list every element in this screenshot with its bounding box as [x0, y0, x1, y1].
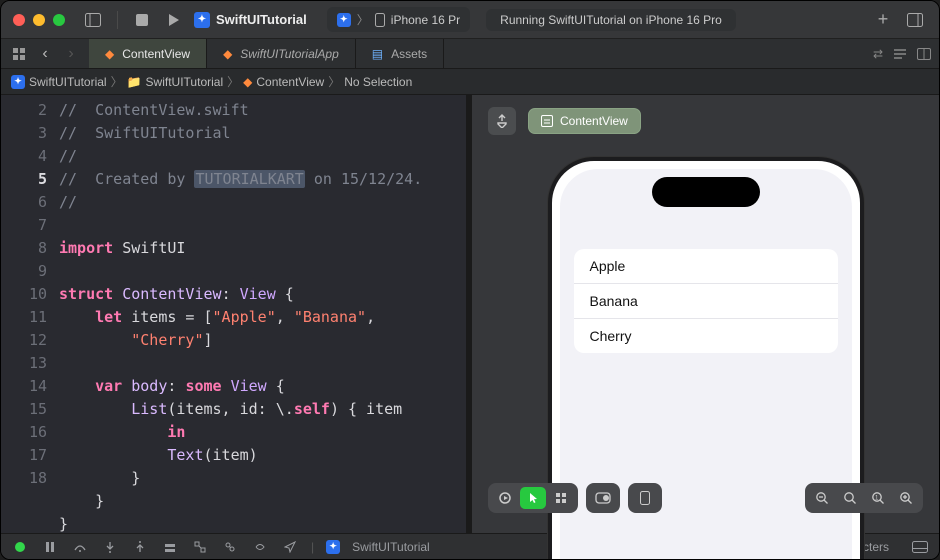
adjust-editor-icon[interactable] [893, 48, 907, 60]
line-gutter: 23456789101112131415161718 [1, 95, 59, 533]
preview-device-button[interactable] [628, 483, 662, 513]
preview-mode-group [488, 483, 578, 513]
tab-nav: ‹ › [1, 39, 89, 68]
refresh-tabs-icon[interactable]: ⇄ [873, 47, 883, 61]
toggle-inspector-icon[interactable] [903, 8, 927, 32]
pause-icon[interactable] [41, 542, 59, 552]
view-debug-icon[interactable] [221, 541, 239, 553]
forward-button[interactable]: › [59, 42, 83, 66]
window-controls [13, 14, 65, 26]
zoom-fit-button[interactable] [837, 487, 863, 509]
toggle-navigator-icon[interactable] [81, 8, 105, 32]
scheme-app-icon: ✦ [337, 13, 351, 27]
activity-status: Running SwiftUITutorial on iPhone 16 Pro [486, 9, 736, 31]
tab-label: ContentView [122, 47, 190, 61]
toggle-debug-area-icon[interactable] [911, 541, 929, 553]
assets-icon: ▤ [372, 47, 383, 61]
location-icon[interactable] [281, 541, 299, 553]
preview-canvas: ContentView AppleBananaCherry [466, 95, 939, 533]
folder-icon: 📁 [127, 75, 142, 89]
status-indicator-icon [11, 542, 29, 552]
breadcrumb-item[interactable]: No Selection [344, 75, 412, 89]
breadcrumb[interactable]: ✦ SwiftUITutorial 〉 📁 SwiftUITutorial 〉 … [1, 69, 939, 95]
breadcrumb-item[interactable]: ContentView [256, 75, 324, 89]
add-editor-icon[interactable] [917, 48, 931, 60]
device-icon [375, 13, 385, 27]
tab-contentview[interactable]: ◆ ContentView [89, 39, 207, 68]
back-button[interactable]: ‹ [33, 42, 57, 66]
breadcrumb-item[interactable]: SwiftUITutorial [146, 75, 224, 89]
breadcrumb-project-icon: ✦ [11, 75, 25, 89]
tab-label: Assets [391, 47, 427, 61]
zoom-controls: 1 [805, 483, 923, 513]
related-items-icon[interactable] [7, 42, 31, 66]
preview-list: AppleBananaCherry [574, 249, 838, 353]
breadcrumb-item[interactable]: SwiftUITutorial [29, 75, 107, 89]
code-content[interactable]: // ContentView.swift// SwiftUITutorial//… [59, 95, 466, 533]
tab-swiftuitutorialapp[interactable]: ◆ SwiftUITutorialApp [207, 39, 356, 68]
status-separator: | [311, 540, 314, 554]
swift-file-icon: ◆ [105, 47, 114, 61]
zoom-out-button[interactable] [809, 487, 835, 509]
zoom-in-button[interactable] [893, 487, 919, 509]
status-project-name: SwiftUITutorial [352, 540, 430, 554]
add-tab-icon[interactable]: + [871, 8, 895, 32]
minimize-window-button[interactable] [33, 14, 45, 26]
zoom-actual-button[interactable]: 1 [865, 487, 891, 509]
device-label: iPhone 16 Pr [391, 13, 460, 27]
tab-assets[interactable]: ▤ Assets [356, 39, 444, 68]
code-editor[interactable]: 23456789101112131415161718 // ContentVie… [1, 95, 466, 533]
app-icon: ✦ [194, 12, 210, 28]
step-over-icon[interactable] [71, 541, 89, 553]
status-project-icon: ✦ [326, 540, 340, 554]
preview-selector-pill[interactable]: ContentView [528, 108, 641, 134]
step-out-icon[interactable] [131, 541, 149, 553]
tab-label: SwiftUITutorialApp [240, 47, 338, 61]
variants-preview-button[interactable] [548, 487, 574, 509]
zoom-window-button[interactable] [53, 14, 65, 26]
live-preview-button[interactable] [492, 487, 518, 509]
dynamic-island [652, 177, 760, 207]
close-window-button[interactable] [13, 14, 25, 26]
device-settings-button[interactable] [586, 483, 620, 513]
status-text: Running SwiftUITutorial on iPhone 16 Pro [500, 13, 722, 27]
list-item[interactable]: Banana [574, 284, 838, 319]
project-name: SwiftUITutorial [216, 12, 307, 27]
memory-graph-icon[interactable] [191, 541, 209, 553]
run-button[interactable] [162, 8, 186, 32]
tab-bar: ‹ › ◆ ContentView ◆ SwiftUITutorialApp ▤ Asse… [1, 39, 939, 69]
step-into-icon[interactable] [101, 541, 119, 553]
swift-file-icon: ◆ [223, 47, 232, 61]
swift-file-icon: ◆ [243, 75, 252, 89]
stop-button[interactable] [130, 8, 154, 32]
preview-content-label: ContentView [560, 114, 628, 128]
doc-icon [541, 115, 553, 127]
list-item[interactable]: Apple [574, 249, 838, 284]
titlebar: ✦ SwiftUITutorial ✦ 〉 iPhone 16 Pr Runni… [1, 1, 939, 39]
pin-preview-button[interactable] [488, 107, 516, 135]
list-item[interactable]: Cherry [574, 319, 838, 353]
project-title: ✦ SwiftUITutorial [194, 12, 307, 28]
debug-view-icon[interactable] [161, 541, 179, 553]
selectable-preview-button[interactable] [520, 487, 546, 509]
scheme-selector[interactable]: ✦ 〉 iPhone 16 Pr [327, 7, 470, 32]
environment-icon[interactable] [251, 541, 269, 553]
